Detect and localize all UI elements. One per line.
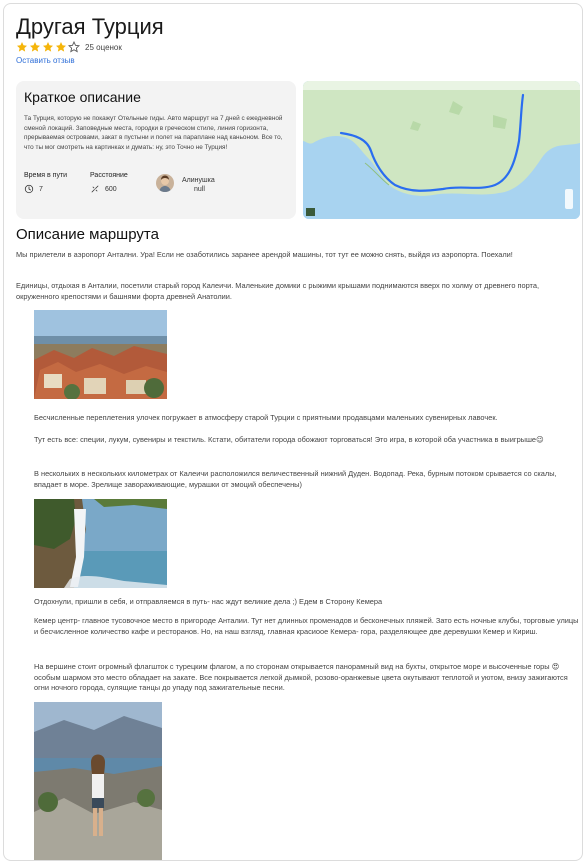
route-paragraph: Бесчисленные переплетения улочек погружа… (34, 413, 498, 422)
star-icon[interactable] (29, 41, 41, 53)
route-paragraph: На вершине стоит огромный флагшток с тур… (34, 662, 568, 693)
distance-value: 600 (105, 186, 117, 193)
route-heading: Описание маршрута (16, 226, 159, 243)
distance-label: Расстояние (90, 172, 128, 179)
summary-text: Та Турция, которую не покажут Отельные г… (24, 115, 283, 151)
waterfall-photo (34, 499, 167, 588)
summary-heading: Краткое описание (24, 89, 141, 105)
route-paragraph: В нескольких в нескольких километрах от … (34, 469, 557, 489)
route-paragraph: Отдохнули, пришли в себя, и отправляемся… (34, 597, 383, 606)
route-map[interactable] (303, 81, 580, 219)
time-value: 7 (39, 186, 43, 193)
avatar[interactable] (156, 174, 174, 192)
page-title: Другая Турция (16, 14, 164, 39)
author-subtitle: null (194, 186, 205, 193)
star-icon[interactable] (16, 41, 28, 53)
page-frame: Другая Турция 25 оценок Оставить отзыв К… (3, 3, 583, 861)
route-paragraph: Мы прилетели в аэропорт Антални. Ура! Ес… (16, 250, 513, 259)
author-name[interactable]: Алинушка (182, 177, 215, 184)
star-icon[interactable] (55, 41, 67, 53)
time-label: Время в пути (24, 172, 68, 179)
route-icon (91, 185, 99, 193)
old-town-photo (34, 310, 167, 399)
route-paragraph: Тут есть все: специи, лукум, сувениры и … (34, 435, 544, 444)
rating: 25 оценок (16, 41, 122, 53)
mountain-viewpoint-photo (34, 702, 162, 860)
route-paragraph: Кемер центр- главное тусовочное место в … (34, 616, 579, 636)
leave-review-link[interactable]: Оставить отзыв (16, 56, 75, 65)
route-paragraph: Единицы, отдыхая в Анталии, посетили ста… (16, 281, 540, 301)
summary-card: Краткое описание Та Турция, которую не п… (16, 81, 296, 219)
rating-count: 25 оценок (85, 42, 122, 52)
clock-icon (24, 184, 34, 194)
star-outline-icon[interactable] (68, 41, 80, 53)
star-icon[interactable] (42, 41, 54, 53)
